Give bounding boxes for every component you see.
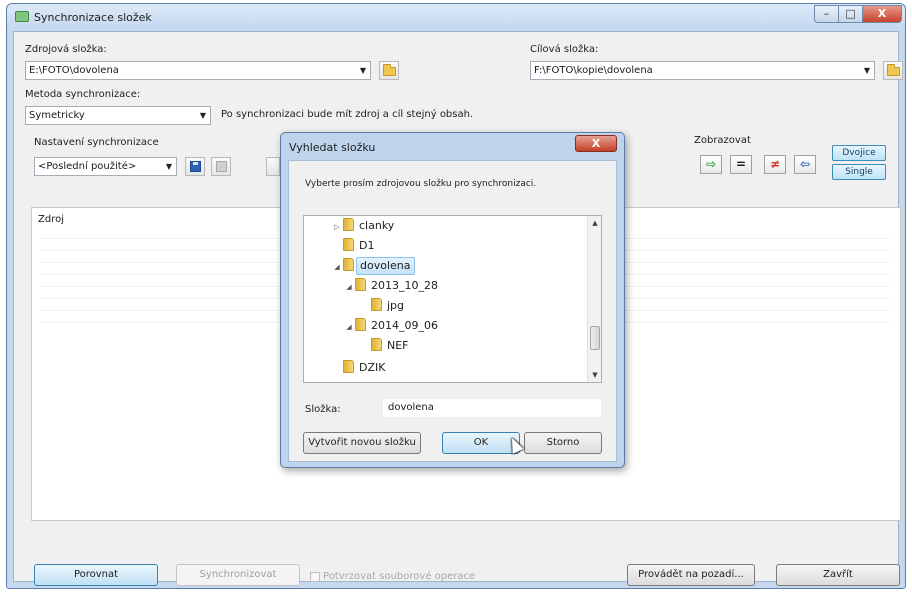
tree-item-label: clanky (359, 219, 395, 232)
delete-settings-button[interactable] (211, 157, 231, 176)
tree-item-d1[interactable]: D1 (332, 237, 377, 255)
method-label: Metoda synchronizace: (25, 89, 141, 100)
expand-icon[interactable]: ▷ (332, 218, 342, 236)
tree-item-label: jpg (387, 299, 405, 312)
source-folder-label: Zdrojová složka: (25, 44, 107, 55)
chevron-down-icon: ▼ (199, 111, 206, 120)
save-settings-button[interactable] (185, 157, 205, 176)
tree-scrollbar[interactable]: ▲ ▼ (587, 216, 601, 382)
folder-icon (355, 278, 366, 291)
tree-item-dovolena[interactable]: ◢ dovolena (332, 257, 415, 275)
app-icon (15, 11, 29, 22)
folder-icon (343, 218, 354, 231)
view-copy-right-button[interactable]: ⇨ (700, 155, 722, 174)
maximize-button[interactable]: □ (838, 5, 863, 23)
arrow-left-icon: ⇦ (799, 157, 811, 171)
folder-icon (343, 238, 354, 251)
dialog-client: Vyberte prosím zdrojovou složku pro sync… (288, 160, 617, 462)
minimize-button[interactable]: – (814, 5, 839, 23)
method-value: Symetricky (29, 110, 85, 121)
chevron-down-icon: ▼ (863, 66, 870, 75)
folder-icon (887, 64, 900, 76)
source-folder-value: E:\FOTO\dovolena (29, 65, 119, 76)
tree-item-2014-09-06[interactable]: ◢ 2014_09_06 (344, 317, 441, 335)
dialog-title: Vyhledat složku (289, 141, 376, 154)
run-in-background-button[interactable]: Provádět na pozadí... (627, 564, 755, 586)
save-icon (190, 161, 201, 172)
view-different-button[interactable]: ≠ (764, 155, 786, 174)
source-browse-button[interactable] (379, 61, 399, 80)
pair-mode-button[interactable]: Dvojice (832, 145, 886, 161)
close-button[interactable]: Zavřít (776, 564, 900, 586)
new-folder-button[interactable]: Vytvořit novou složku (303, 432, 421, 454)
confirm-operations-label: Potvrzovat souborové operace (323, 571, 476, 582)
folder-icon (383, 64, 396, 76)
method-description: Po synchronizaci bude mít zdroj a cíl st… (221, 109, 474, 120)
synchronize-button[interactable]: Synchronizovat (176, 564, 300, 586)
tree-item-dzik[interactable]: DZIK (332, 359, 388, 377)
settings-label: Nastavení synchronizace (34, 137, 159, 148)
view-label: Zobrazovat (694, 135, 751, 146)
tree-item-label: DZIK (359, 361, 386, 374)
collapse-icon[interactable]: ◢ (344, 278, 354, 296)
settings-value: <Poslední použité> (38, 161, 137, 172)
folder-name-input[interactable]: dovolena (382, 398, 602, 418)
target-folder-label: Cílová složka: (530, 44, 599, 55)
chevron-down-icon: ▼ (359, 66, 366, 75)
target-browse-button[interactable] (883, 61, 903, 80)
tree-item-label: 2013_10_28 (371, 279, 438, 292)
folder-icon (355, 318, 366, 331)
view-equal-button[interactable]: = (730, 155, 752, 174)
not-equal-icon: ≠ (769, 157, 781, 171)
settings-edit-button[interactable] (266, 157, 280, 176)
scroll-thumb[interactable] (590, 326, 600, 350)
folder-icon (343, 258, 354, 271)
folder-icon (371, 298, 382, 311)
browse-folder-dialog: Vyhledat složku X Vyberte prosím zdrojov… (280, 132, 625, 468)
tree-item-label: D1 (359, 239, 375, 252)
confirm-operations-checkbox[interactable] (310, 572, 320, 582)
collapse-icon[interactable]: ◢ (332, 258, 342, 276)
window-title: Synchronizace složek (34, 11, 152, 24)
tree-item-clanky[interactable]: ▷ clanky (332, 217, 397, 235)
close-window-button[interactable]: X (862, 5, 902, 23)
dialog-instruction: Vyberte prosím zdrojovou složku pro sync… (305, 179, 537, 189)
source-folder-combo[interactable]: E:\FOTO\dovolena ▼ (25, 61, 371, 80)
collapse-icon[interactable]: ◢ (344, 318, 354, 336)
equal-icon: = (735, 157, 747, 171)
single-mode-button[interactable]: Single (832, 164, 886, 180)
target-folder-combo[interactable]: F:\FOTO\kopie\dovolena ▼ (530, 61, 875, 80)
title-bar[interactable]: Synchronizace složek – □ X (7, 4, 905, 31)
tree-item-label: 2014_09_06 (371, 319, 438, 332)
delete-icon (216, 161, 227, 172)
arrow-right-icon: ⇨ (705, 157, 717, 171)
settings-combo[interactable]: <Poslední použité> ▼ (34, 157, 177, 176)
folder-field-label: Složka: (305, 404, 341, 415)
tree-item-2013-10-28[interactable]: ◢ 2013_10_28 (344, 277, 441, 295)
dialog-close-button[interactable]: X (575, 135, 617, 152)
target-folder-value: F:\FOTO\kopie\dovolena (534, 65, 653, 76)
folder-icon (343, 360, 354, 373)
tree-item-label: dovolena (356, 257, 415, 275)
scroll-down-icon[interactable]: ▼ (588, 371, 601, 379)
tree-item-jpg[interactable]: jpg (360, 297, 407, 315)
view-copy-left-button[interactable]: ⇦ (794, 155, 816, 174)
folder-tree[interactable]: ▷ clanky D1 ◢ dovolena ◢ 2013_10_28 jpg ◢ 20… (303, 215, 602, 383)
compare-button[interactable]: Porovnat (34, 564, 158, 586)
method-combo[interactable]: Symetricky ▼ (25, 106, 211, 125)
chevron-down-icon: ▼ (165, 162, 172, 171)
tree-item-nef[interactable]: NEF (360, 337, 412, 355)
list-header-source: Zdroj (38, 214, 64, 225)
folder-icon (371, 338, 382, 351)
tree-item-label: NEF (387, 339, 409, 352)
cancel-button[interactable]: Storno (524, 432, 602, 454)
scroll-up-icon[interactable]: ▲ (588, 219, 601, 227)
